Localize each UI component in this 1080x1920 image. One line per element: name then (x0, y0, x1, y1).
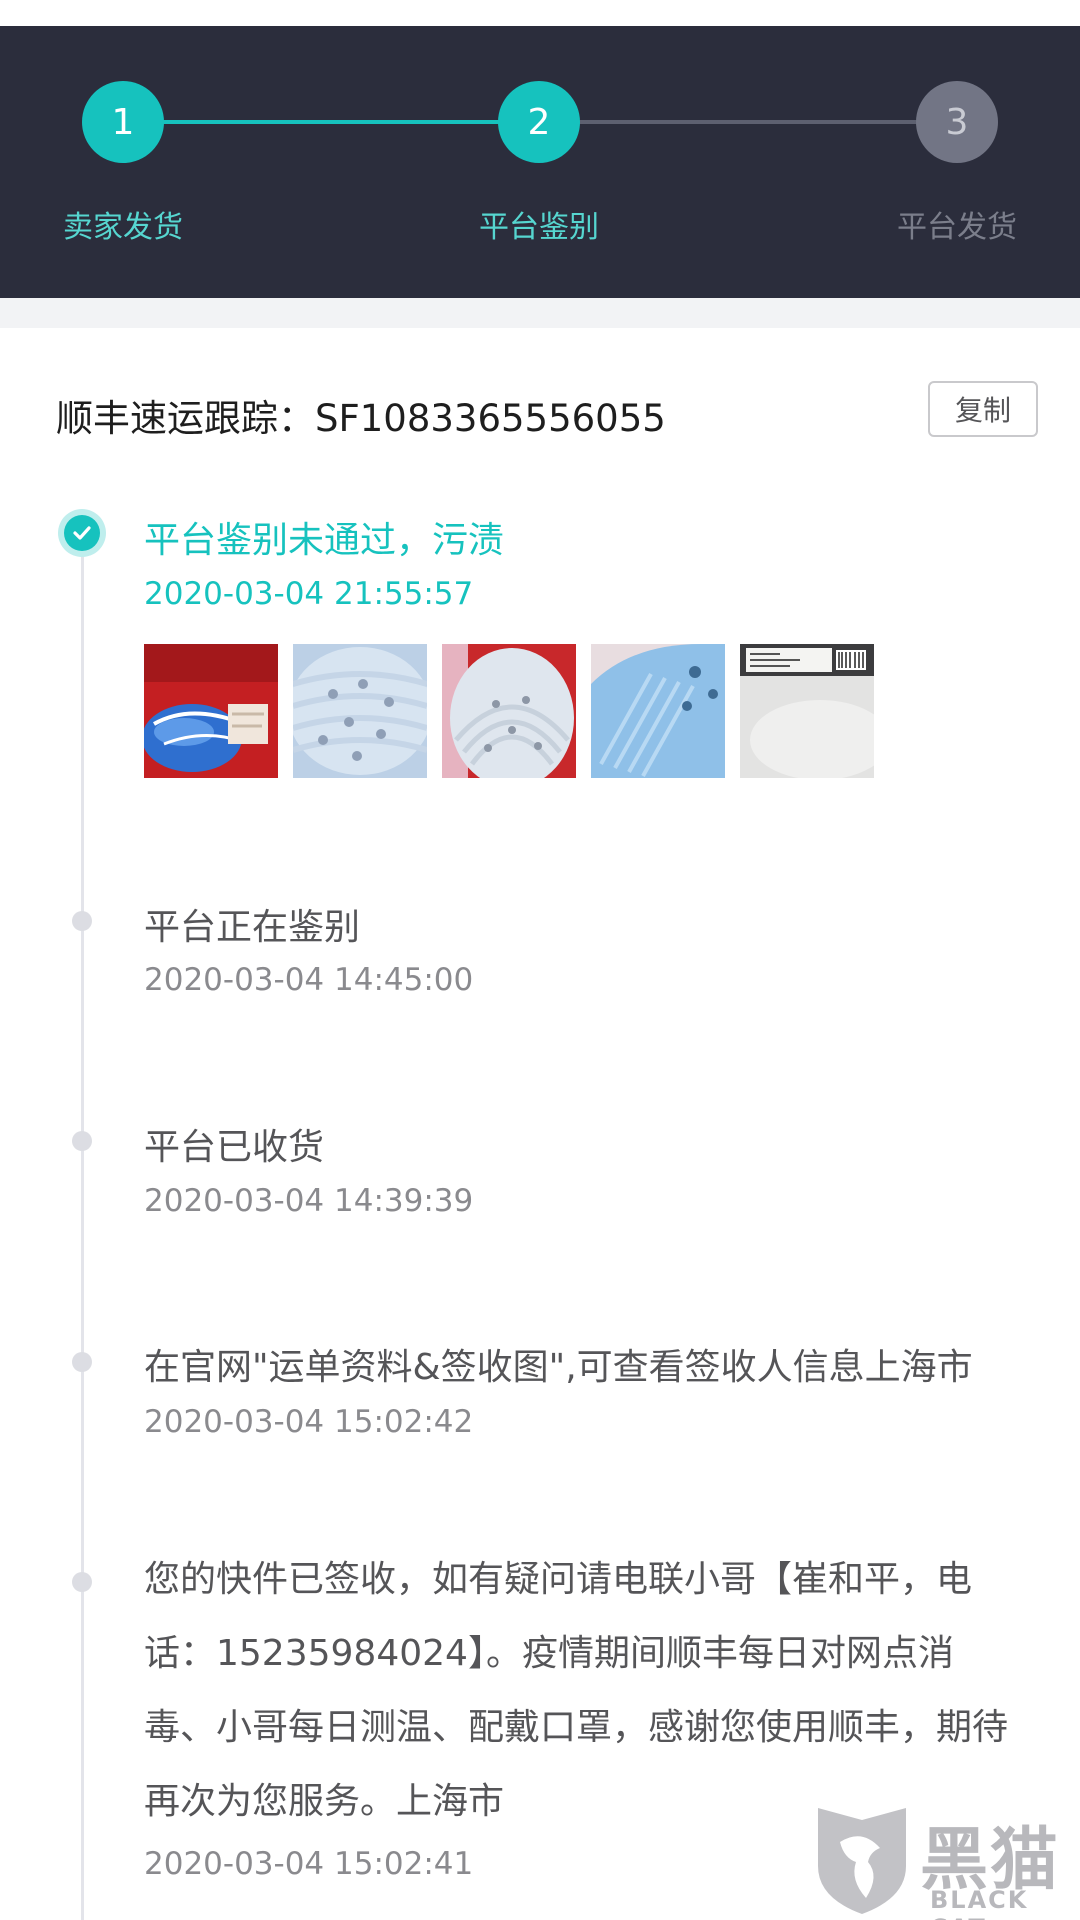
progress-stepper: 1 2 3 卖家发货 平台鉴别 平台发货 (0, 26, 1080, 298)
copy-button[interactable]: 复制 (928, 381, 1038, 437)
event-time: 2020-03-04 14:39:39 (144, 1183, 474, 1219)
event-time: 2020-03-04 14:45:00 (144, 962, 474, 998)
status-bar-strip (0, 0, 1080, 26)
watermark-subtext: BLACK CAT (930, 1886, 1029, 1920)
event-time: 2020-03-04 15:02:41 (144, 1846, 474, 1882)
event-title: 平台鉴别未通过，污渍 (144, 520, 505, 561)
watermark-logo: 黑猫 BLACK CAT (808, 1800, 1080, 1920)
step-2-label: 平台鉴别 (479, 210, 599, 245)
step-connector-done (123, 120, 539, 124)
step-3-label: 平台发货 (897, 210, 1017, 245)
step-1-label: 卖家发货 (63, 210, 183, 245)
shoe-photo[interactable] (144, 644, 278, 778)
timeline-dot (72, 1572, 92, 1592)
step-1-circle: 1 (82, 81, 164, 163)
timeline-line (81, 533, 84, 1920)
tracking-card: 顺丰速运跟踪：SF1083365556055 复制 平台鉴别未通过，污渍 202… (0, 328, 1080, 1920)
step-3-circle: 3 (916, 81, 998, 163)
timeline-dot (72, 1352, 92, 1372)
event-title: 平台已收货 (144, 1127, 325, 1168)
step-connector-pending (539, 120, 957, 124)
timeline-current-dot (58, 509, 106, 557)
step-2-circle: 2 (498, 81, 580, 163)
sole-closeup-photo[interactable] (591, 644, 725, 778)
tracking-number: 顺丰速运跟踪：SF1083365556055 (56, 397, 666, 440)
event-time: 2020-03-04 15:02:42 (144, 1404, 474, 1440)
page: 1 2 3 卖家发货 平台鉴别 平台发货 顺丰速运跟踪：SF1083365556… (0, 0, 1080, 1920)
sole-photo[interactable] (442, 644, 576, 778)
timeline-dot (72, 911, 92, 931)
event-time: 2020-03-04 21:55:57 (144, 576, 474, 612)
black-cat-shield-icon (818, 1808, 906, 1914)
check-icon (64, 515, 100, 551)
sole-photo[interactable] (293, 644, 427, 778)
event-title: 您的快件已签收，如有疑问请电联小哥【崔和平，电话：15235984024】。疫情… (144, 1559, 1009, 1822)
box-label-photo[interactable] (740, 644, 874, 778)
event-title: 平台正在鉴别 (144, 907, 361, 948)
timeline-dot (72, 1131, 92, 1151)
event-title: 在官网"运单资料&签收图",可查看签收人信息上海市 (144, 1347, 973, 1388)
